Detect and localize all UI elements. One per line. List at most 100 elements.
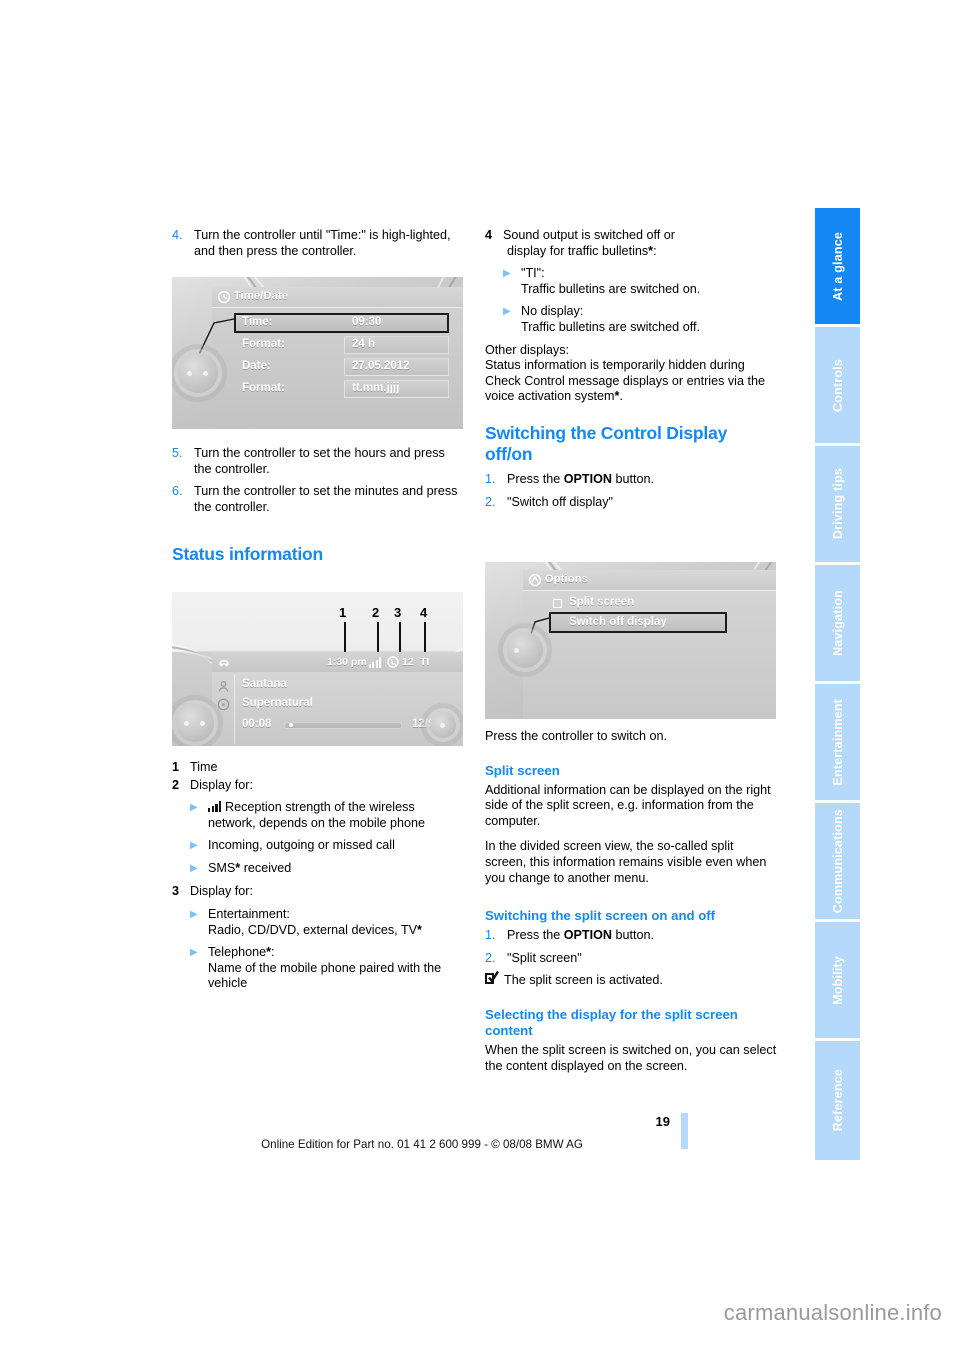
secondary-knob[interactable]: [430, 712, 456, 738]
knob-dot: [203, 370, 208, 376]
bullet-line1: "TI":: [521, 266, 545, 281]
step-text: "Split screen": [507, 950, 582, 965]
controller-knob[interactable]: [507, 632, 543, 668]
bullet-line1: No display:: [521, 304, 584, 319]
callout-line: [377, 622, 379, 652]
bullet-line2: Name of the mobile phone paired with the…: [208, 960, 442, 991]
status-legend-list: 1 Time 2 Display for: ▶ Reception streng…: [172, 760, 464, 992]
section-heading-switching-control-display: Switching the Control Display off/on: [485, 422, 728, 464]
options-menu-screenshot: Options Split screen Switch off display: [485, 562, 776, 719]
sidebar-tab-mobility[interactable]: Mobility: [815, 922, 860, 1041]
legend-number: 4: [485, 228, 493, 242]
option-button-label: OPTION: [563, 928, 612, 943]
legend-text: Time: [190, 760, 218, 774]
status-information-screenshot: 1 2 3 4 1:30 pm 12 TI Santana Supernatur…: [172, 592, 463, 746]
right-text-column: 4 Sound output is switched off or displa…: [485, 228, 777, 513]
step-text: Turn the controller until "Time:" is hig…: [194, 228, 451, 258]
sidebar-tab-label: Communications: [830, 808, 845, 914]
chapter-tab-sidebar: At a glance Controls Driving tips Naviga…: [815, 208, 860, 1160]
panel-divider: [234, 674, 236, 744]
sidebar-tab-label: At a glance: [830, 231, 845, 301]
bullet-telephone: ▶ Telephone*: Name of the mobile phone p…: [190, 945, 464, 992]
bullet-line1: Telephone: [208, 945, 267, 960]
bullet-line1: Entertainment:: [208, 906, 290, 921]
bullet-line2: Traffic bulletins are switched off.: [521, 319, 700, 334]
sidebar-tab-communications[interactable]: Communications: [815, 803, 860, 922]
split-activated-text: The split screen is activated.: [504, 973, 663, 988]
sidebar-tab-at-a-glance[interactable]: At a glance: [815, 208, 860, 327]
callout-number: 3: [394, 605, 402, 620]
controller-knob[interactable]: [178, 353, 218, 393]
step-text-post: button.: [611, 928, 654, 943]
switching-step-1: 1. Press the OPTION button.: [485, 472, 777, 488]
legend-item-1: 1 Time: [172, 760, 464, 776]
numbered-step-5: 5. Turn the controller to set the hours …: [172, 446, 464, 477]
step-number: 2.: [485, 494, 496, 509]
step-text: "Switch off display": [507, 494, 614, 509]
signal-bars-icon: [208, 801, 223, 813]
step-number: 6.: [172, 484, 183, 499]
step-text: Turn the controller to set the hours and…: [194, 446, 445, 476]
knob-dot: [200, 720, 205, 726]
now-playing-elapsed: 00:08: [242, 718, 272, 730]
controller-knob[interactable]: [176, 704, 214, 742]
leader-line: [191, 318, 235, 368]
asterisk-marker: *: [417, 922, 422, 937]
selecting-display-paragraph: When the split screen is switched on, yo…: [485, 1042, 777, 1073]
triangle-bullet-icon: ▶: [190, 840, 198, 852]
sidebar-tab-label: Entertainment: [830, 698, 845, 786]
manual-page: 4. Turn the controller until "Time:" is …: [0, 0, 960, 1358]
other-displays-after: .: [619, 389, 623, 404]
sidebar-tab-label: Reference: [830, 1069, 845, 1132]
page-number: 19: [655, 1114, 670, 1129]
legend-number: 1: [172, 760, 180, 774]
sidebar-tab-navigation[interactable]: Navigation: [815, 565, 860, 684]
track-progress-bar: [284, 722, 402, 729]
step-text-pre: Press the: [507, 471, 564, 486]
left-text-column-middle: 5. Turn the controller to set the hours …: [172, 446, 464, 565]
knob-dot: [187, 370, 192, 376]
bullet-entertainment: ▶ Entertainment: Radio, CD/DVD, external…: [190, 907, 464, 938]
knob-dot: [184, 720, 189, 726]
signal-bars-icon: [369, 657, 383, 668]
callout-line: [424, 622, 426, 652]
numbered-step-6: 6. Turn the controller to set the minute…: [172, 484, 464, 515]
step-text: Turn the controller to set the minutes a…: [194, 484, 458, 514]
sidebar-tab-label: Driving tips: [830, 468, 845, 540]
sidebar-tab-reference[interactable]: Reference: [815, 1041, 860, 1160]
legend-text: Display for:: [190, 777, 253, 792]
bullet-reception-strength: ▶ Reception strength of the wireless net…: [190, 800, 464, 831]
phone-icon: [387, 656, 399, 668]
legend-text: Display for:: [190, 884, 253, 899]
legend-number: 3: [172, 884, 180, 899]
triangle-bullet-icon: ▶: [190, 863, 198, 875]
step-text-pre: Press the: [507, 928, 564, 943]
split-screen-paragraph-1: Additional information can be displayed …: [485, 782, 771, 828]
bullet-text: Incoming, outgoing or missed call: [208, 838, 395, 853]
sidebar-tab-label: Controls: [830, 358, 845, 412]
bullet-line2: Radio, CD/DVD, external devices, TV: [208, 922, 418, 937]
bullet-call-status: ▶ Incoming, outgoing or missed call: [190, 838, 464, 854]
knob-dot: [440, 722, 445, 728]
sidebar-tab-driving-tips[interactable]: Driving tips: [815, 446, 860, 565]
legend-item-4: 4 Sound output is switched off or displa…: [485, 228, 777, 259]
step-number: 1.: [485, 471, 496, 486]
left-text-column: 4. Turn the controller until "Time:" is …: [172, 228, 464, 262]
sidebar-tab-label: Mobility: [830, 955, 845, 1005]
triangle-bullet-icon: ▶: [503, 268, 511, 280]
sidebar-tab-entertainment[interactable]: Entertainment: [815, 684, 860, 803]
triangle-bullet-icon: ▶: [503, 306, 511, 318]
subheading-switching-split-screen: Switching the split screen on and off: [485, 908, 716, 924]
other-displays-text: Status information is temporarily hidden…: [485, 358, 765, 404]
footer-accent-bar: [681, 1113, 688, 1149]
sidebar-tab-controls[interactable]: Controls: [815, 327, 860, 446]
knob-dot: [514, 647, 519, 653]
status-bar-time: 1:30 pm: [327, 656, 367, 668]
split-screen-paragraph-2: In the divided screen view, the so-calle…: [485, 839, 767, 885]
bullet-text: Reception strength of the wireless netwo…: [208, 800, 426, 830]
now-playing-album: Supernatural: [242, 697, 313, 709]
sidebar-tab-label: Navigation: [830, 590, 845, 656]
status-bar-count: 12: [402, 656, 414, 668]
numbered-step-4: 4. Turn the controller until "Time:" is …: [172, 228, 464, 259]
bullet-sms-received: ▶ SMS* received: [190, 861, 464, 877]
